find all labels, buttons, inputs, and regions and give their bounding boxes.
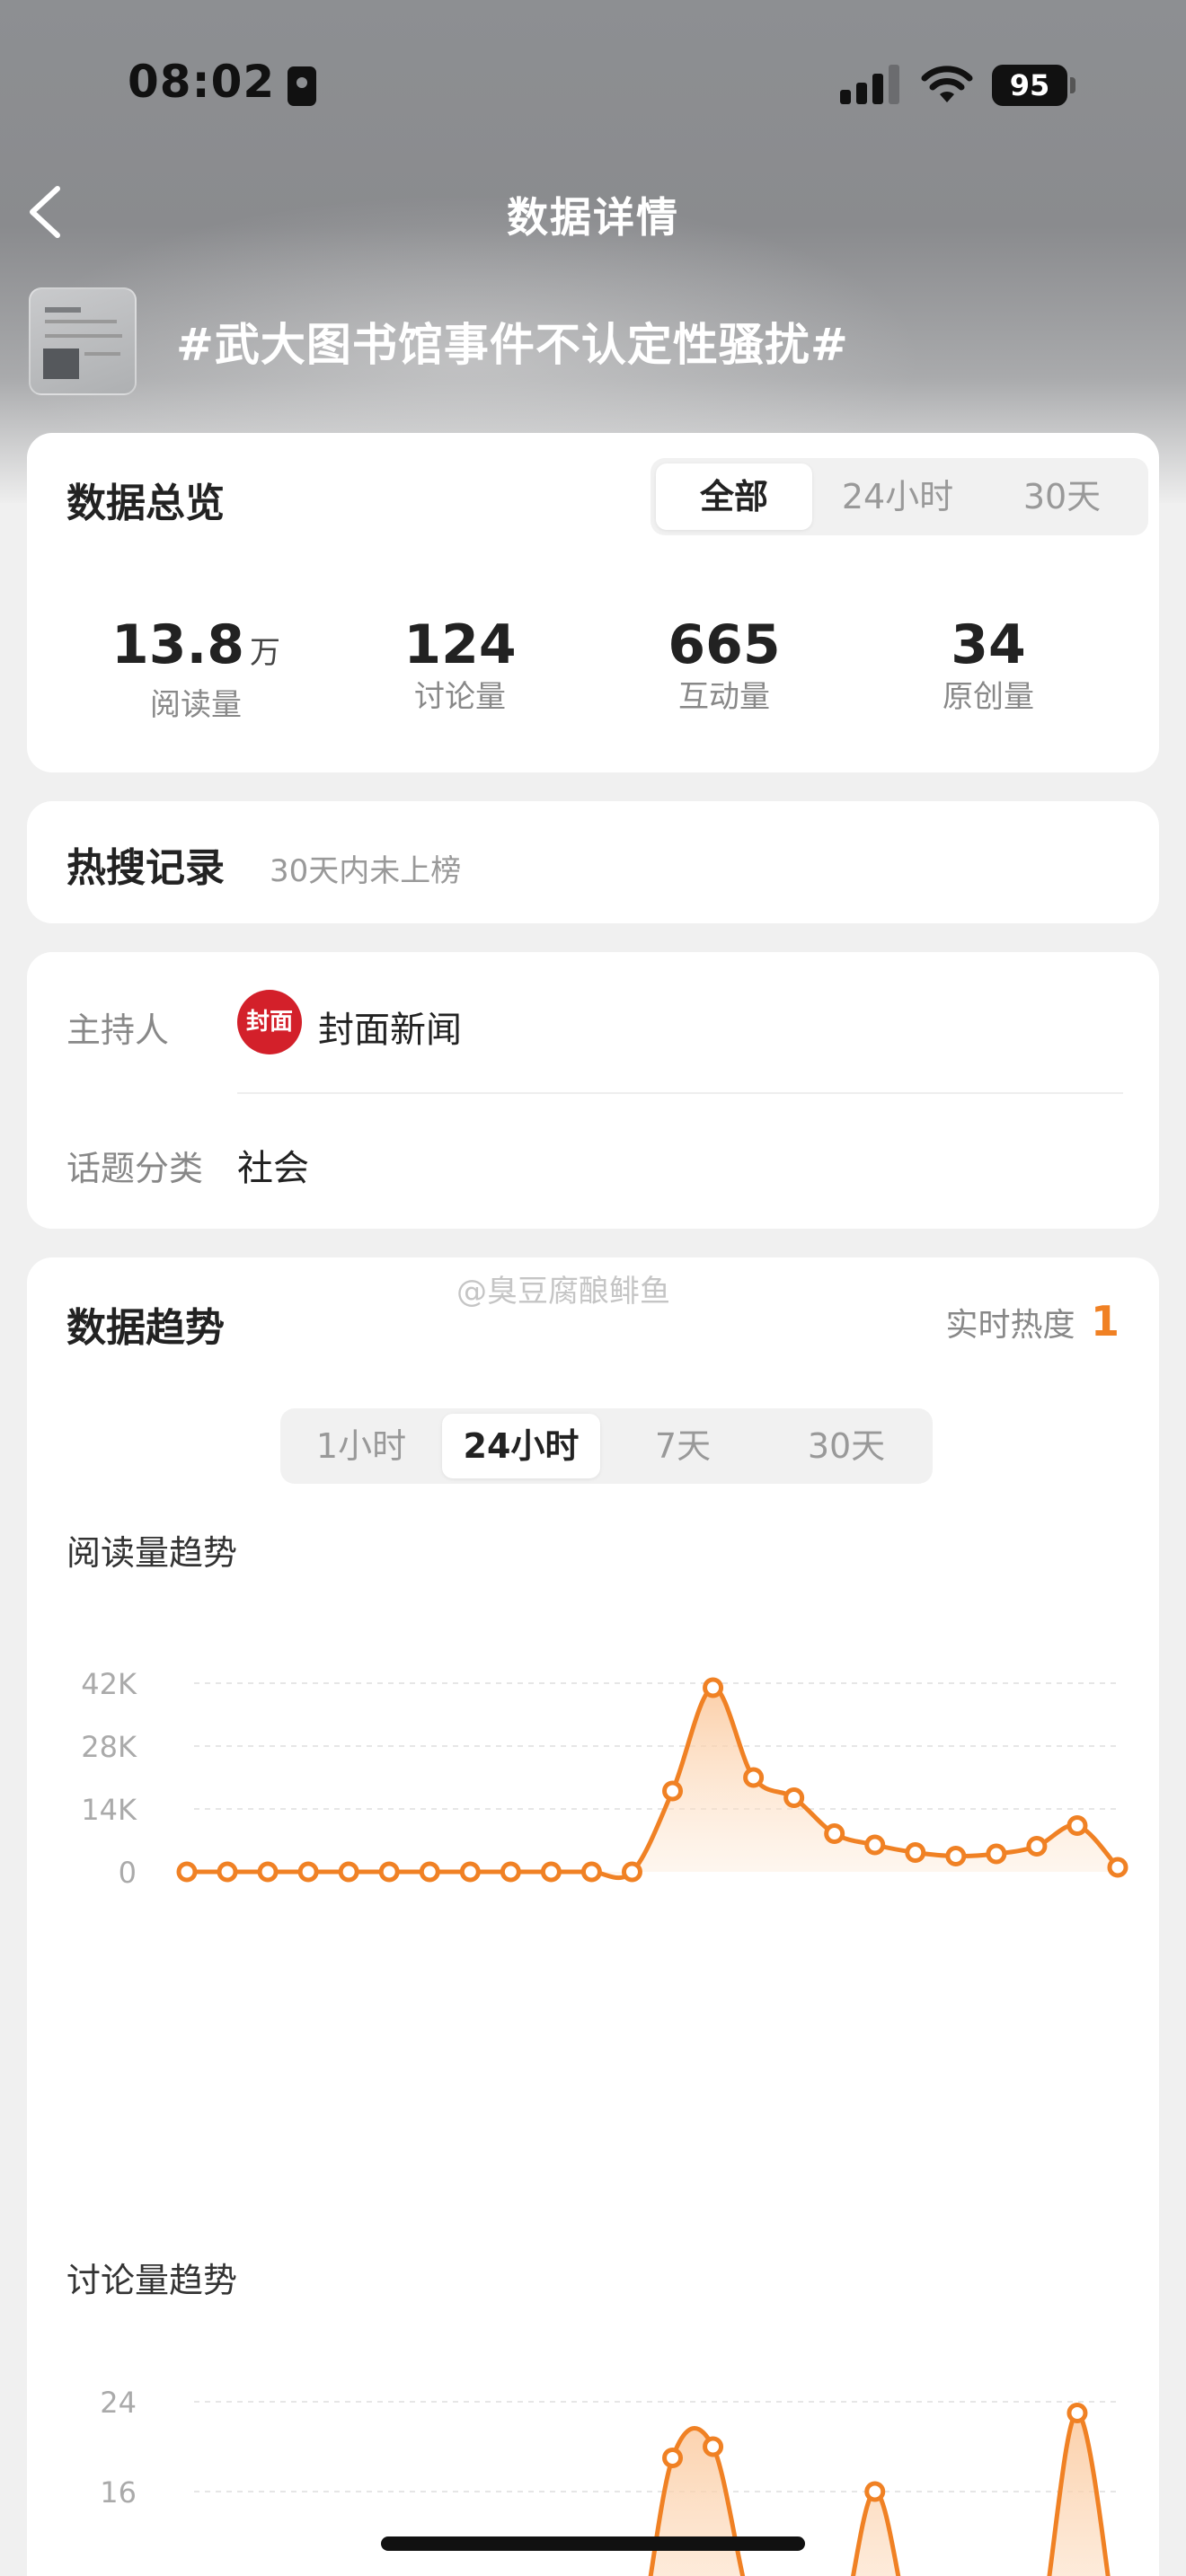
stat-originals-label: 原创量 <box>943 679 1034 715</box>
battery-tip <box>1070 77 1075 93</box>
discussions-chart-data-point <box>864 2481 886 2502</box>
reads-chart-data-point <box>1107 1857 1128 1878</box>
orientation-lock-icon <box>288 66 316 106</box>
stat-discussions-value: 124 <box>403 613 517 676</box>
discussions-chart-data-point <box>703 2436 724 2457</box>
reads-chart-x-tick-label: 12:00 <box>268 1892 350 1895</box>
host-label: 主持人 <box>66 1010 170 1050</box>
stat-reads-label: 阅读量 <box>150 687 242 723</box>
reads-chart-data-point <box>986 1843 1007 1865</box>
reads-chart-y-tick-label: 0 <box>119 1856 137 1890</box>
reads-trend-chart: 0 14K 28K 42K 12:00 17:00 22:00 03:00 08:00 <box>81 1667 1159 1895</box>
page-title: 数据详情 <box>507 193 679 242</box>
stat-discussions-label: 讨论量 <box>414 679 506 715</box>
reads-chart-title: 阅读量趋势 <box>66 1533 238 1573</box>
reads-chart-data-point <box>338 1861 359 1883</box>
reads-chart-x-tick-label: 08:00 <box>1076 1892 1159 1895</box>
stat-reads-unit: 万 <box>250 635 281 671</box>
topic-info-card: 主持人 封面 封面新闻 话题分类 社会 <box>27 952 1159 1229</box>
stat-originals: 34 原创量 <box>854 613 1123 717</box>
hot-search-note: 30天内未上榜 <box>270 853 462 889</box>
reads-chart-data-point <box>743 1767 765 1788</box>
reads-chart-data-point <box>662 1780 684 1802</box>
tab-all[interactable]: 全部 <box>656 463 812 530</box>
reads-chart-data-point <box>419 1861 440 1883</box>
reads-chart-data-point <box>257 1861 279 1883</box>
category-label: 话题分类 <box>66 1149 204 1188</box>
stat-reads: 13.8 万 阅读量 <box>61 613 331 725</box>
reads-chart-data-point <box>1067 1815 1088 1836</box>
overview-card: 数据总览 全部 24小时 30天 13.8 万 阅读量 124 讨论量 665 互… <box>27 433 1159 772</box>
trend-tab-7d[interactable]: 7天 <box>606 1414 760 1478</box>
topic-title: #武大图书馆事件不认定性骚扰# <box>176 319 849 371</box>
tab-24h[interactable]: 24小时 <box>819 463 976 530</box>
stat-interactions-value: 665 <box>668 613 781 676</box>
wifi-icon <box>921 66 973 102</box>
home-indicator[interactable] <box>381 2536 805 2551</box>
discussions-chart-data-point <box>1067 2403 1088 2423</box>
reads-chart-data-point <box>621 1861 642 1883</box>
discussions-chart-y-tick-label: 24 <box>100 2386 137 2420</box>
reads-chart-data-point <box>1026 1836 1048 1857</box>
discussions-chart-title: 讨论量趋势 <box>66 2261 238 2300</box>
reads-chart-data-point <box>864 1834 886 1856</box>
stat-discussions: 124 讨论量 <box>325 613 595 717</box>
stat-interactions-label: 互动量 <box>678 679 770 715</box>
trend-card: 数据趋势 实时热度 1 1小时 24小时 7天 30天 阅读量趋势 0 14K 28… <box>27 1257 1159 2576</box>
overview-title: 数据总览 <box>66 481 225 526</box>
trend-tab-24h[interactable]: 24小时 <box>442 1414 600 1478</box>
reads-chart-area-fill <box>187 1687 1118 1878</box>
reads-chart-data-point <box>500 1861 521 1883</box>
host-name[interactable]: 封面新闻 <box>318 1001 462 1053</box>
tab-30d[interactable]: 30天 <box>983 463 1141 530</box>
reads-chart-x-tick-label: 03:00 <box>875 1892 958 1895</box>
reads-chart-data-point <box>217 1861 238 1883</box>
discussions-chart-y-tick-label: 16 <box>100 2475 137 2510</box>
stat-reads-value: 13.8 <box>111 613 245 676</box>
cellular-signal-icon <box>840 63 903 104</box>
reads-chart-x-tick-label: 22:00 <box>672 1892 755 1895</box>
trend-tab-30d[interactable]: 30天 <box>766 1414 927 1478</box>
hot-search-title: 热搜记录 <box>66 845 225 891</box>
reads-chart-y-tick-label: 14K <box>81 1793 137 1827</box>
reads-chart-data-point <box>905 1842 926 1863</box>
reads-chart-y-tick-label: 42K <box>81 1667 137 1701</box>
reads-chart-data-point <box>703 1677 724 1698</box>
reads-chart-data-point <box>378 1861 400 1883</box>
discussions-chart-data-point <box>662 2448 684 2468</box>
hot-search-card[interactable]: 热搜记录 30天内未上榜 <box>27 801 1159 923</box>
trend-tab-1h[interactable]: 1小时 <box>286 1414 437 1478</box>
reads-chart-data-point <box>176 1861 198 1883</box>
trend-title: 数据趋势 <box>66 1305 225 1351</box>
info-divider <box>237 1092 1123 1094</box>
discussions-chart-series-line <box>648 2410 1111 2576</box>
stat-interactions: 665 互动量 <box>589 613 859 717</box>
topic-thumbnail <box>29 287 137 395</box>
stat-originals-value: 34 <box>951 613 1026 676</box>
host-avatar[interactable]: 封面 <box>237 990 302 1054</box>
category-value: 社会 <box>237 1148 309 1189</box>
reads-chart-x-tick-label: 17:00 <box>471 1892 553 1895</box>
reads-chart-data-point <box>540 1861 562 1883</box>
reads-chart-data-point <box>459 1861 481 1883</box>
overview-range-tabs: 全部 24小时 30天 <box>651 458 1148 535</box>
reads-chart-data-point <box>297 1861 319 1883</box>
realtime-heat-label: 实时热度 <box>945 1307 1075 1344</box>
realtime-heat-value: 1 <box>1090 1297 1120 1345</box>
watermark: @臭豆腐酿鲱鱼 <box>456 1274 670 1310</box>
realtime-heat: 实时热度 1 <box>946 1297 1120 1345</box>
reads-chart-y-tick-label: 28K <box>81 1730 137 1764</box>
battery-indicator: 95 <box>992 65 1067 106</box>
reads-chart-data-point <box>824 1823 845 1844</box>
reads-chart-data-point <box>783 1787 805 1808</box>
trend-range-tabs: 1小时 24小时 7天 30天 <box>280 1408 933 1484</box>
reads-chart-data-point <box>580 1861 602 1883</box>
reads-chart-data-point <box>945 1846 967 1866</box>
status-time: 08:02 <box>128 56 276 108</box>
